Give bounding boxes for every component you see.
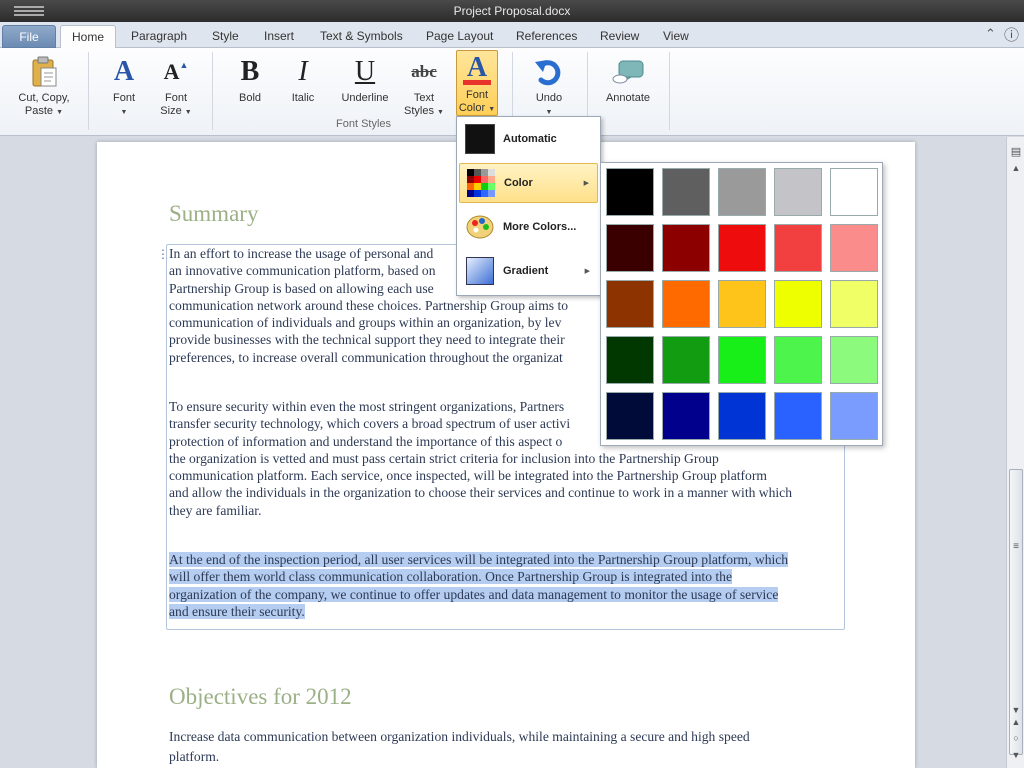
dropdown-arrow-icon: ▼ [184,109,192,116]
scroll-down-icon[interactable]: ▼ [1010,705,1022,715]
next-page-icon[interactable]: ▼ [1010,750,1022,760]
underline-icon: U [354,56,376,87]
bold-icon: B [240,56,260,87]
previous-page-icon[interactable]: ▲ [1010,717,1022,727]
color-swatch[interactable] [830,280,878,328]
text-styles-button[interactable]: abc Text Styles ▼ [398,52,450,119]
font-color-icon: A [457,51,497,89]
color-swatch[interactable] [662,392,710,440]
tab-page-layout[interactable]: Page Layout [416,25,503,48]
cut-copy-paste-button[interactable]: Cut, Copy, Paste ▼ [16,52,72,119]
color-swatch[interactable] [662,168,710,216]
color-swatch[interactable] [606,280,654,328]
undo-icon [523,52,575,92]
color-swatch[interactable] [718,280,766,328]
color-swatch[interactable] [606,392,654,440]
dropdown-arrow-icon: ▼ [120,109,128,116]
tab-insert[interactable]: Insert [254,25,304,48]
dropdown-arrow-icon: ▼ [488,106,496,113]
tab-home[interactable]: Home [60,25,116,49]
color-swatch[interactable] [774,168,822,216]
summary-heading[interactable]: Summary [169,201,258,227]
objectives-paragraph[interactable]: Increase data communication between orga… [169,727,849,767]
title-bar: Project Proposal.docx [0,0,1024,22]
annotate-icon [600,52,656,92]
color-swatch[interactable] [606,336,654,384]
tab-file[interactable]: File [2,25,56,48]
font-styles-group-label: Font Styles [336,118,392,130]
font-color-button[interactable]: A Font Color ▼ [456,50,498,116]
color-swatch[interactable] [606,224,654,272]
color-swatch[interactable] [718,336,766,384]
color-swatch[interactable] [774,224,822,272]
tab-review[interactable]: Review [590,25,649,48]
color-swatch[interactable] [830,336,878,384]
italic-button[interactable]: I Italic [277,52,329,105]
vertical-scrollbar[interactable]: ▤ ▲ ≡ ▼ ▲ ○ ▼ [1006,137,1024,768]
ribbon-tabs: File Home Paragraph Style Insert Text & … [0,22,1024,49]
dropdown-arrow-icon: ▼ [545,109,553,116]
objectives-heading[interactable]: Objectives for 2012 [169,684,352,710]
color-swatch[interactable] [662,224,710,272]
color-palette [600,162,883,446]
collapse-ribbon-icon[interactable]: ⌃ [985,26,996,42]
submenu-arrow-icon: ▶ [583,180,589,187]
font-size-icon: A ▲ [163,59,189,84]
menu-item-automatic[interactable]: Automatic [459,119,598,159]
group-divider [88,52,89,130]
color-swatch[interactable] [830,392,878,440]
font-button[interactable]: A Font ▼ [98,52,150,119]
summary-paragraph-3-selected[interactable]: At the end of the inspection period, all… [169,551,849,620]
bold-button[interactable]: B Bold [224,52,276,105]
color-swatch[interactable] [774,336,822,384]
strikethrough-icon: abc [411,62,437,81]
underline-button[interactable]: U Underline [334,52,396,105]
tab-view[interactable]: View [653,25,699,48]
color-palette-icon [465,212,495,242]
gradient-icon [465,256,495,286]
menu-grip-icon[interactable] [14,6,44,16]
tab-text-symbols[interactable]: Text & Symbols [310,25,413,48]
color-grid-icon [466,168,496,198]
browse-object-icon[interactable]: ○ [1010,733,1022,743]
italic-icon: I [298,56,308,87]
color-swatch[interactable] [662,280,710,328]
tab-style[interactable]: Style [202,25,249,48]
color-swatch[interactable] [774,280,822,328]
submenu-arrow-icon: ▶ [584,268,590,275]
tab-references[interactable]: References [506,25,587,48]
menu-item-color[interactable]: Color ▶ [459,163,598,203]
dropdown-arrow-icon: ▼ [56,109,64,116]
drag-handle-icon[interactable]: ⋮ [157,247,169,261]
automatic-color-icon [465,124,495,154]
scroll-grip-icon: ≡ [1013,541,1019,552]
tab-paragraph[interactable]: Paragraph [121,25,197,48]
color-swatch[interactable] [718,224,766,272]
clipboard-icon [16,52,72,92]
dropdown-arrow-icon: ▼ [437,109,444,116]
menu-item-gradient[interactable]: Gradient ▶ [459,251,598,291]
color-swatch[interactable] [830,224,878,272]
color-swatch[interactable] [774,392,822,440]
font-size-button[interactable]: A ▲ Font Size ▼ [150,52,202,119]
undo-button[interactable]: Undo ▼ [523,52,575,119]
color-swatch[interactable] [830,168,878,216]
help-icon[interactable]: ⓘ [1004,24,1019,45]
menu-item-more-colors[interactable]: More Colors... [459,207,598,247]
font-color-menu: Automatic Color ▶ More Colors... Gradien… [456,116,601,296]
color-swatch[interactable] [662,336,710,384]
window-title: Project Proposal.docx [453,4,571,18]
annotate-button[interactable]: Annotate [600,52,656,105]
color-swatch[interactable] [606,168,654,216]
color-swatch[interactable] [718,392,766,440]
group-divider [669,52,670,130]
font-icon: A [113,56,135,87]
color-swatch[interactable] [718,168,766,216]
scroll-up-icon[interactable]: ▲ [1010,163,1022,173]
group-divider [212,52,213,130]
split-view-icon[interactable]: ▤ [1010,145,1022,158]
